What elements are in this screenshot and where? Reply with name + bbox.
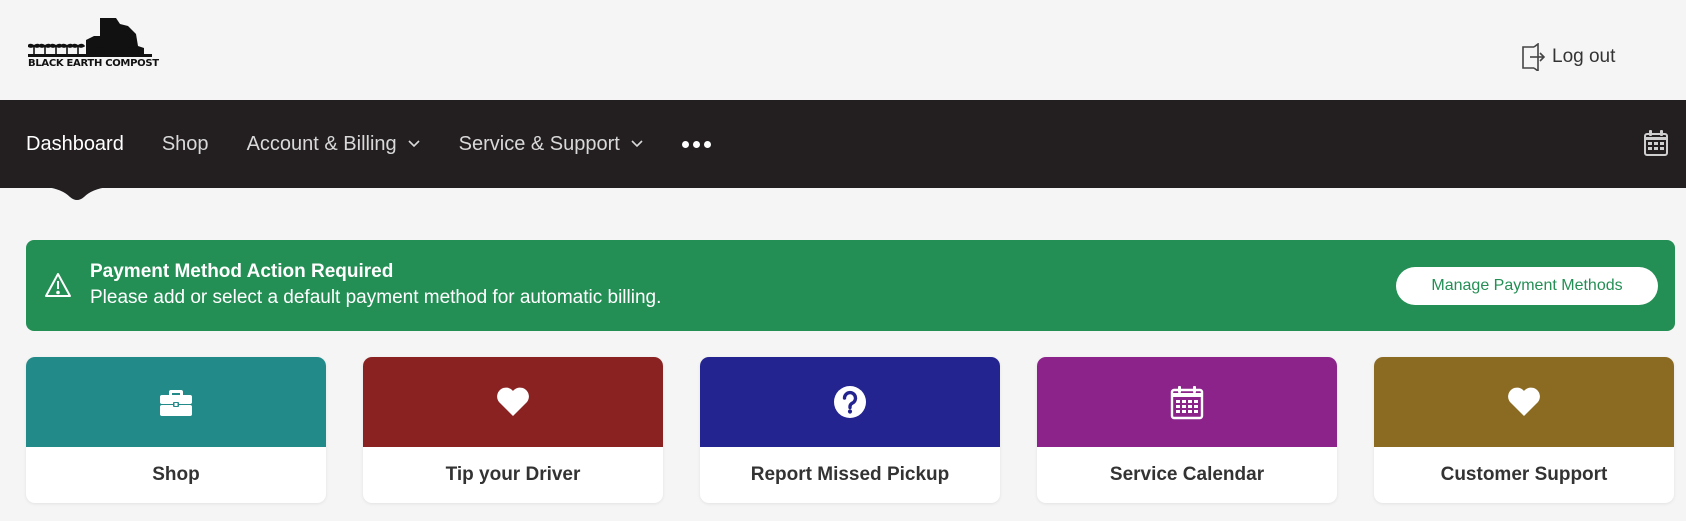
briefcase-icon (160, 390, 192, 416)
logout-icon (1522, 43, 1546, 71)
nav-account-billing[interactable]: Account & Billing (247, 133, 421, 156)
nav-account-billing-label: Account & Billing (246, 132, 397, 155)
nav-dashboard[interactable]: Dashboard (26, 133, 124, 156)
nav-dashboard-label: Dashboard (26, 132, 124, 155)
card-customer-support[interactable]: Customer Support (1374, 357, 1674, 503)
card-report-missed-pickup[interactable]: Report Missed Pickup (700, 357, 1000, 503)
alert-message: Please add or select a default payment m… (90, 287, 662, 308)
card-tip-driver-label: Tip your Driver (445, 464, 581, 485)
card-report-missed-pickup-label: Report Missed Pickup (750, 464, 950, 485)
calendar-icon (1170, 386, 1204, 420)
chevron-down-icon (631, 140, 643, 148)
card-customer-support-label: Customer Support (1440, 464, 1608, 485)
chevron-down-icon (408, 140, 420, 148)
more-menu-button[interactable] (681, 140, 711, 148)
nav-service-support[interactable]: Service & Support (459, 133, 644, 156)
question-circle-icon (834, 386, 866, 418)
card-report-missed-pickup-header (700, 357, 1000, 447)
alert-title: Payment Method Action Required (90, 261, 394, 282)
warning-icon (45, 273, 71, 297)
payment-alert-banner: Payment Method Action Required Please ad… (26, 240, 1675, 331)
top-header: BLACK EARTH COMPOST Log out (0, 0, 1686, 100)
nav-service-support-label: Service & Support (458, 132, 620, 155)
truck-logo-icon (26, 18, 152, 57)
card-service-calendar-header (1037, 357, 1337, 447)
nav-shop-label: Shop (161, 132, 209, 155)
main-nav: Dashboard Shop Account & Billing Service… (0, 100, 1686, 188)
calendar-icon[interactable] (1644, 130, 1668, 156)
card-shop-label: Shop (152, 464, 200, 485)
nav-shop[interactable]: Shop (162, 133, 209, 156)
card-customer-support-header (1374, 357, 1674, 447)
card-tip-driver-header (363, 357, 663, 447)
card-service-calendar[interactable]: Service Calendar (1037, 357, 1337, 503)
card-shop[interactable]: Shop (26, 357, 326, 503)
active-nav-indicator (46, 187, 108, 200)
logout-button[interactable]: Log out (1520, 42, 1615, 72)
card-tip-driver[interactable]: Tip your Driver (363, 357, 663, 503)
card-shop-header (26, 357, 326, 447)
heart-icon (1508, 387, 1540, 416)
logout-label: Log out (1552, 46, 1616, 67)
logo[interactable]: BLACK EARTH COMPOST (26, 16, 159, 74)
logo-text: BLACK EARTH COMPOST (28, 58, 159, 69)
ellipsis-icon (681, 140, 711, 148)
card-service-calendar-label: Service Calendar (1109, 464, 1265, 485)
heart-icon (497, 387, 529, 416)
manage-payment-methods-button[interactable]: Manage Payment Methods (1396, 267, 1658, 305)
